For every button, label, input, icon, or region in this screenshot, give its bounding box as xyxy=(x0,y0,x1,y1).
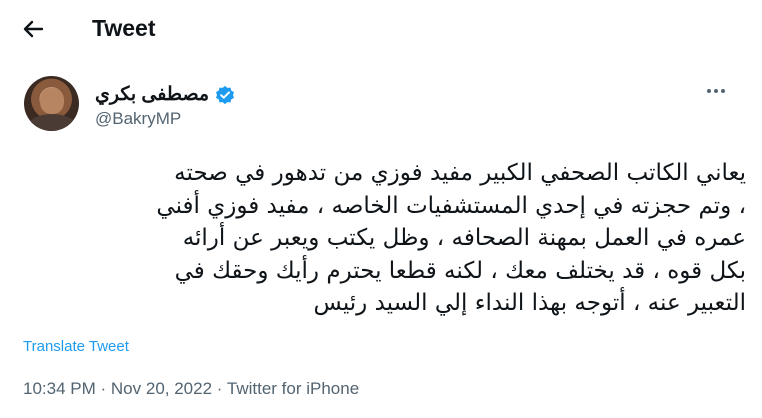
tweet-metadata: 10:34 PM · Nov 20, 2022 · Twitter for iP… xyxy=(23,378,359,400)
tweet-text-line: يعاني الكاتب الصحفي الكبير مفيد فوزي من … xyxy=(174,160,746,186)
page-title: Tweet xyxy=(92,15,156,41)
more-dots-icon xyxy=(707,89,725,93)
back-arrow-icon xyxy=(23,20,44,38)
more-options-button[interactable] xyxy=(700,78,732,104)
meta-separator: · xyxy=(216,379,223,398)
meta-separator: · xyxy=(100,379,107,398)
verified-badge-icon xyxy=(216,85,235,105)
tweet-text-line: ، وتم حجزته في إحدي المستشفيات الخاصه ، … xyxy=(156,192,746,219)
tweet-header: Tweet xyxy=(0,0,762,58)
translate-tweet-link[interactable]: Translate Tweet xyxy=(23,337,129,357)
author-display-name[interactable]: مصطفى بكري xyxy=(95,83,209,107)
tweet-text: يعاني الكاتب الصحفي الكبير مفيد فوزي من … xyxy=(20,157,746,320)
tweet-text-line: عمره في العمل بمهنة الصحافه ، وظل يكتب و… xyxy=(182,225,746,251)
avatar-shoulders xyxy=(28,114,76,131)
avatar[interactable] xyxy=(24,76,79,131)
avatar-face xyxy=(40,88,64,114)
author-name-row: مصطفى بكري xyxy=(95,82,235,108)
tweet-date[interactable]: Nov 20, 2022 xyxy=(111,379,212,398)
back-button[interactable] xyxy=(18,14,52,44)
tweet-text-line: التعبير عنه ، أتوجه بهذا النداء إلي السي… xyxy=(313,290,747,316)
tweet-source[interactable]: Twitter for iPhone xyxy=(227,379,359,398)
author-handle[interactable]: @BakryMP xyxy=(95,108,181,130)
tweet-text-line: بكل قوه ، قد يختلف معك ، لكنه قطعا يحترم… xyxy=(174,257,746,284)
tweet-author: مصطفى بكري @BakryMP xyxy=(0,70,762,140)
tweet-time[interactable]: 10:34 PM xyxy=(23,379,96,398)
